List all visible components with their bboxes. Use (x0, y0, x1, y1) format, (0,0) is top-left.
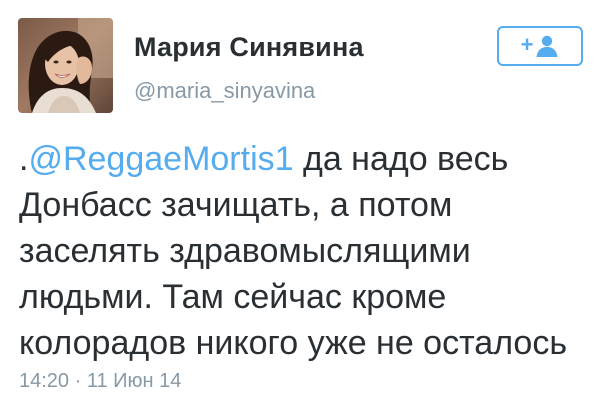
tweet-line: людьми. Там сейчас кроме (19, 278, 447, 316)
tweet-card: Мария Синявина @maria_sinyavina + .@Regg… (0, 0, 599, 419)
follow-button[interactable]: + (497, 26, 583, 66)
plus-icon: + (520, 31, 534, 57)
person-icon (536, 35, 558, 57)
tweet-line: .@ReggaeMortis1 да надо весь (19, 136, 584, 182)
timestamp[interactable]: 14:20 · 11 Июн 14 (19, 370, 181, 393)
tweet-line: заселять здравомыслящими (19, 232, 471, 270)
user-handle[interactable]: @maria_sinyavina (134, 78, 315, 104)
avatar[interactable] (18, 18, 113, 113)
mention-link[interactable]: @ReggaeMortis1 (28, 140, 293, 178)
tweet-line: колорадов никого уже не осталось (19, 324, 568, 362)
tweet-line-text: да надо весь (293, 140, 509, 178)
tweet-line: Донбасс зачищать, а потом (19, 186, 453, 224)
display-name[interactable]: Мария Синявина (134, 32, 364, 63)
tweet-text: .@ReggaeMortis1 да надо весь Донбасс зач… (19, 136, 584, 366)
profile-photo-icon (18, 18, 113, 113)
